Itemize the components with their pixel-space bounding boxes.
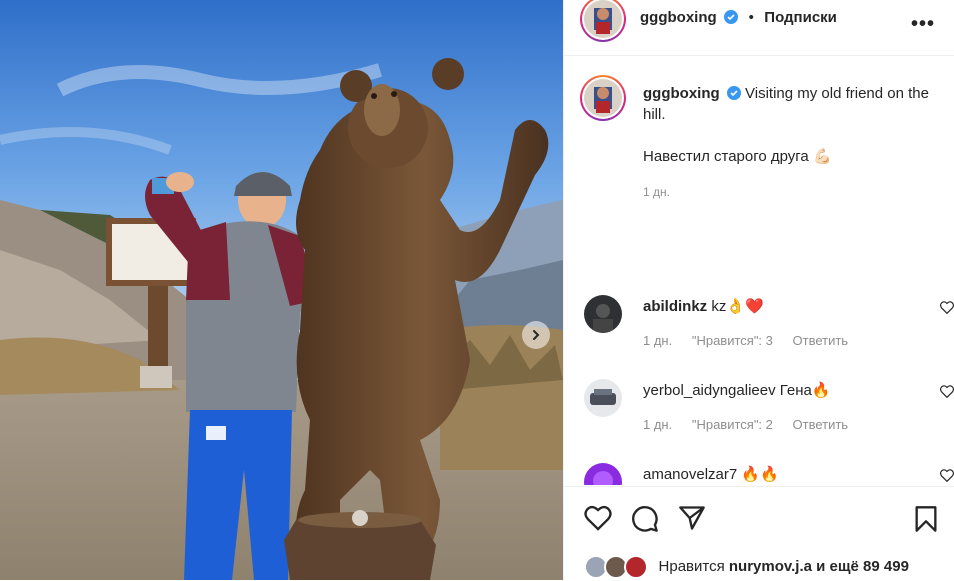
- comment-avatar[interactable]: [584, 463, 622, 485]
- post-photo: [0, 0, 563, 580]
- comment-time[interactable]: 1 дн.: [643, 333, 672, 348]
- reply-button[interactable]: Ответить: [793, 417, 849, 432]
- chevron-right-icon: [533, 330, 540, 340]
- post-side-panel: gggboxing • Подписки ••• gggboxing Visit…: [563, 0, 954, 580]
- author-avatar[interactable]: [580, 0, 626, 42]
- bookmark-icon[interactable]: [914, 505, 938, 533]
- liker-avatar[interactable]: [624, 555, 649, 579]
- likes-count[interactable]: и ещё 89 499: [816, 558, 909, 575]
- likes-summary: Нравится nurymov.j.a и ещё 89 499: [584, 555, 909, 579]
- comment-icon[interactable]: [631, 505, 659, 533]
- comment-meta: 1 дн. "Нравится": 3 Ответить: [643, 333, 864, 348]
- comment-username[interactable]: abildinkz: [643, 298, 707, 315]
- author-username[interactable]: gggboxing: [640, 9, 717, 26]
- comment-avatar[interactable]: [584, 379, 622, 417]
- caption-avatar[interactable]: [580, 75, 626, 121]
- separator-dot: •: [748, 9, 754, 26]
- heart-icon[interactable]: [940, 469, 954, 482]
- comment-likes[interactable]: "Нравится": 2: [692, 417, 773, 432]
- caption-text-ru: Навестил старого друга 💪🏻: [643, 148, 832, 165]
- comment-text: Гена🔥: [779, 382, 831, 399]
- comment-username[interactable]: amanovelzar7: [643, 466, 737, 483]
- photo-illustration: [0, 0, 563, 580]
- comment-avatar[interactable]: [584, 295, 622, 333]
- comment-likes[interactable]: "Нравится": 3: [692, 333, 773, 348]
- verified-icon: [724, 10, 739, 24]
- comment-meta: 1 дн. "Нравится": 2 Ответить: [643, 417, 864, 432]
- comment-text: kz👌❤️: [711, 298, 764, 315]
- more-icon[interactable]: •••: [911, 13, 935, 36]
- heart-icon[interactable]: [940, 301, 954, 314]
- comments-list: gggboxing Visiting my old friend on the …: [564, 55, 954, 485]
- comment-body: amanovelzar7 🔥🔥: [643, 465, 779, 483]
- heart-icon[interactable]: [940, 385, 954, 398]
- liker-username[interactable]: nurymov.j.a: [729, 558, 812, 575]
- post-header: gggboxing • Подписки •••: [564, 0, 954, 56]
- comment-body: yerbol_aidyngalieev Гена🔥: [643, 381, 831, 399]
- caption: gggboxing Visiting my old friend on the …: [643, 83, 943, 125]
- verified-icon: [726, 86, 741, 100]
- following-button[interactable]: Подписки: [764, 9, 837, 26]
- caption-username[interactable]: gggboxing: [643, 85, 720, 102]
- comment-username[interactable]: yerbol_aidyngalieev: [643, 382, 776, 399]
- comment-body: abildinkz kz👌❤️: [643, 297, 764, 315]
- comment-time[interactable]: 1 дн.: [643, 417, 672, 432]
- like-heart-icon[interactable]: [584, 505, 612, 531]
- next-photo-button[interactable]: [522, 321, 550, 349]
- share-icon[interactable]: [678, 505, 706, 531]
- comment-text: 🔥🔥: [741, 466, 779, 483]
- reply-button[interactable]: Ответить: [793, 333, 849, 348]
- likes-prefix: Нравится: [658, 557, 725, 575]
- caption-timestamp[interactable]: 1 дн.: [643, 185, 670, 199]
